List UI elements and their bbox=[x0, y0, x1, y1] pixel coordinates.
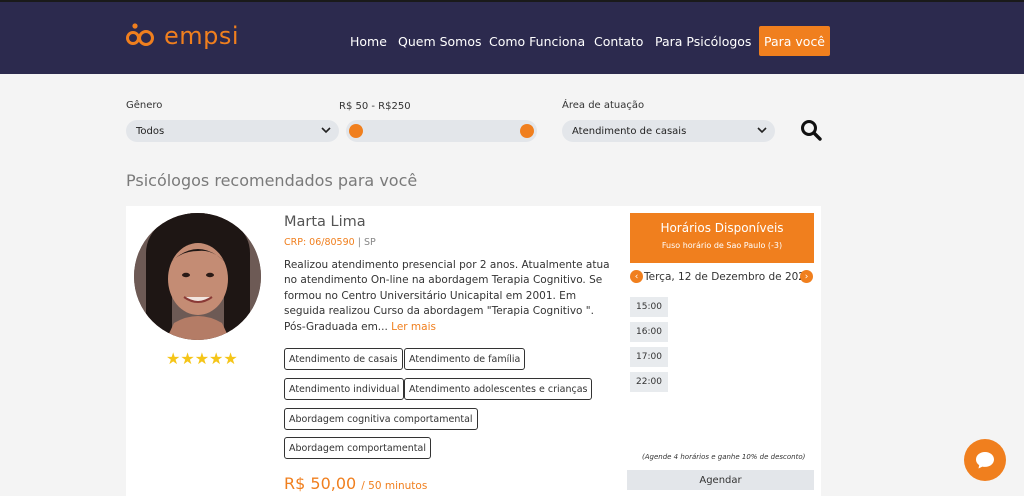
gender-select-value: Todos bbox=[136, 125, 165, 137]
nav-para-psicologos[interactable]: Para Psicólogos bbox=[655, 34, 751, 49]
area-select-value: Atendimento de casais bbox=[572, 125, 687, 137]
main-nav: Home Quem Somos Como Funciona Contato Pa… bbox=[0, 26, 1024, 56]
nav-como-funciona[interactable]: Como Funciona bbox=[489, 34, 585, 49]
gender-select[interactable]: Todos bbox=[126, 120, 339, 142]
price-max-handle[interactable] bbox=[520, 124, 534, 138]
site-header: empsi Home Quem Somos Como Funciona Cont… bbox=[0, 0, 1024, 74]
chat-bubble-icon bbox=[976, 452, 994, 469]
specialty-tag: Atendimento de família bbox=[404, 348, 526, 370]
time-slot[interactable]: 16:00 bbox=[630, 322, 668, 342]
avatar bbox=[134, 213, 261, 340]
psychologist-card: ★★★★★ Marta Lima CRP: 06/80590 | SP Real… bbox=[126, 206, 821, 496]
price-value: R$ 50,00 bbox=[284, 474, 357, 493]
psychologist-name[interactable]: Marta Lima bbox=[284, 214, 366, 230]
chat-button[interactable] bbox=[964, 439, 1006, 481]
specialty-tag: Atendimento de casais bbox=[284, 348, 403, 370]
schedule-header: Horários Disponíveis Fuso horário de Sao… bbox=[630, 213, 814, 263]
promo-note: (Agende 4 horários e ganhe 10% de descon… bbox=[642, 453, 806, 461]
price-min-handle[interactable] bbox=[349, 124, 363, 138]
specialty-tag: Atendimento adolescentes e crianças bbox=[404, 378, 593, 400]
price-range-label: R$ 50 - R$250 bbox=[339, 101, 411, 112]
schedule-date: Terça, 12 de Dezembro de 2023 bbox=[644, 271, 812, 283]
specialty-tag: Atendimento individual bbox=[284, 378, 405, 400]
chevron-left-icon[interactable]: ‹ bbox=[630, 270, 643, 283]
crp-number: CRP: 06/80590 bbox=[284, 237, 355, 248]
rating-stars: ★★★★★ bbox=[166, 349, 238, 368]
price-range-slider[interactable] bbox=[346, 120, 537, 142]
chevron-down-icon bbox=[321, 127, 331, 134]
read-more-link[interactable]: Ler mais bbox=[391, 321, 436, 333]
specialty-tag: Abordagem cognitiva comportamental bbox=[284, 408, 478, 430]
area-select[interactable]: Atendimento de casais bbox=[562, 120, 775, 142]
time-slot[interactable]: 22:00 bbox=[630, 372, 668, 392]
bio-text: Realizou atendimento presencial por 2 an… bbox=[284, 259, 610, 333]
section-title: Psicólogos recomendados para você bbox=[126, 171, 418, 190]
nav-home[interactable]: Home bbox=[350, 34, 387, 49]
chevron-right-icon[interactable]: › bbox=[800, 270, 813, 283]
para-voce-button[interactable]: Para você bbox=[759, 26, 830, 56]
crp-state: SP bbox=[363, 237, 376, 248]
specialty-tag: Abordagem comportamental bbox=[284, 437, 431, 459]
time-slot[interactable]: 15:00 bbox=[630, 297, 668, 317]
psychologist-bio: Realizou atendimento presencial por 2 an… bbox=[284, 258, 618, 335]
gender-label: Gênero bbox=[126, 100, 163, 111]
session-price: R$ 50,00 / 50 minutos bbox=[284, 474, 427, 493]
time-slot[interactable]: 17:00 bbox=[630, 347, 668, 367]
session-duration: / 50 minutos bbox=[361, 480, 428, 492]
nav-contato[interactable]: Contato bbox=[594, 34, 643, 49]
timezone-label: Fuso horário de Sao Paulo (-3) bbox=[661, 241, 783, 250]
chevron-down-icon bbox=[757, 127, 767, 134]
crp-info: CRP: 06/80590 | SP bbox=[284, 237, 376, 248]
nav-quem-somos[interactable]: Quem Somos bbox=[398, 34, 482, 49]
agendar-button[interactable]: Agendar bbox=[627, 470, 814, 490]
area-label: Área de atuação bbox=[562, 100, 645, 111]
schedule-title: Horários Disponíveis bbox=[660, 221, 784, 235]
search-icon[interactable] bbox=[800, 119, 822, 141]
